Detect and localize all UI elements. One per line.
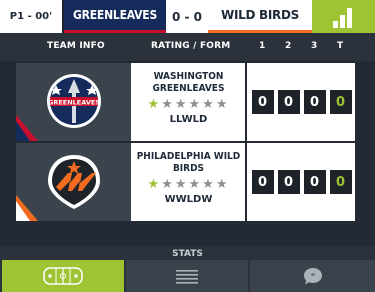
score-period-1: 0 bbox=[251, 170, 274, 194]
star-icon-filled: ★ bbox=[147, 177, 162, 192]
rink-icon bbox=[43, 267, 83, 285]
tab-rink[interactable] bbox=[2, 260, 124, 292]
star-icon: ★ bbox=[188, 97, 203, 112]
stats-section-header[interactable]: STATS bbox=[0, 246, 375, 260]
score-period-2: 0 bbox=[277, 170, 300, 194]
star-icon: ★ bbox=[174, 177, 189, 192]
score-period-2: 0 bbox=[277, 90, 300, 114]
wild-birds-logo bbox=[16, 155, 100, 221]
col-period-2: 2 bbox=[285, 41, 292, 51]
logo-wordmark: GREENLEAVES bbox=[48, 99, 100, 107]
row-divider bbox=[245, 63, 247, 141]
scoreboard: P1 - 00' GREENLEAVES 0 - 0 WILD BIRDS bbox=[0, 0, 375, 33]
home-team-name: GREENLEAVES bbox=[64, 0, 166, 33]
bar-chart-icon bbox=[332, 7, 352, 28]
team-form: WWLDW bbox=[164, 194, 213, 205]
score-period-3: 0 bbox=[303, 90, 326, 114]
period-clock: P1 - 00' bbox=[0, 0, 62, 33]
greenleaves-logo: GREENLEAVES bbox=[16, 74, 101, 141]
away-team-name: WILD BIRDS bbox=[208, 0, 312, 33]
team-name: WASHINGTON GREENLEAVES bbox=[152, 71, 225, 94]
tab-list[interactable] bbox=[126, 260, 248, 292]
tab-chat[interactable]: ” bbox=[250, 260, 375, 292]
star-icon: ★ bbox=[215, 97, 230, 112]
svg-text:”: ” bbox=[310, 273, 315, 281]
period-scores: 0 0 0 0 bbox=[248, 63, 355, 141]
team-row-away[interactable]: PHILADELPHIA WILD BIRDS ★★★★★★ WWLDW 0 0… bbox=[16, 143, 355, 221]
rating-stars: ★★★★★★ bbox=[132, 177, 245, 192]
bottom-tab-bar: ” bbox=[0, 260, 375, 292]
star-icon: ★ bbox=[202, 177, 216, 192]
team-logo-panel bbox=[16, 143, 131, 221]
team-info: PHILADELPHIA WILD BIRDS ★★★★★★ WWLDW bbox=[132, 143, 245, 221]
star-icon: ★ bbox=[174, 97, 189, 112]
match-score: 0 - 0 bbox=[166, 0, 208, 33]
star-icon: ★ bbox=[188, 177, 203, 192]
col-period-1: 1 bbox=[259, 41, 266, 51]
score-total: 0 bbox=[329, 170, 352, 194]
team-name: PHILADELPHIA WILD BIRDS bbox=[136, 151, 241, 174]
rating-stars: ★★★★★★ bbox=[132, 97, 245, 112]
col-rating-form: RATING / FORM bbox=[151, 41, 231, 51]
list-icon bbox=[176, 270, 198, 284]
star-icon: ★ bbox=[161, 177, 175, 192]
star-icon-filled: ★ bbox=[147, 97, 162, 112]
score-period-1: 0 bbox=[251, 90, 274, 114]
star-icon: ★ bbox=[161, 97, 175, 112]
star-icon: ★ bbox=[215, 177, 230, 192]
score-period-3: 0 bbox=[303, 170, 326, 194]
team-info: WASHINGTON GREENLEAVES ★★★★★★ LLWLD bbox=[132, 63, 245, 141]
star-icon: ★ bbox=[202, 97, 216, 112]
col-team-info: TEAM INFO bbox=[47, 41, 105, 51]
team-form: LLWLD bbox=[169, 114, 208, 125]
col-total: T bbox=[337, 41, 344, 51]
row-divider bbox=[245, 143, 247, 221]
col-period-3: 3 bbox=[311, 41, 318, 51]
chat-icon: ” bbox=[303, 268, 322, 285]
stats-label: STATS bbox=[172, 249, 203, 259]
team-row-home[interactable]: GREENLEAVES WASHINGTON GREENLEAVES ★★★★★… bbox=[16, 63, 355, 141]
score-total: 0 bbox=[329, 90, 352, 114]
period-scores: 0 0 0 0 bbox=[248, 143, 355, 221]
team-logo-panel: GREENLEAVES bbox=[16, 63, 131, 141]
stats-chart-button[interactable] bbox=[312, 0, 375, 33]
column-headers: TEAM INFO RATING / FORM 1 2 3 T bbox=[0, 33, 375, 61]
